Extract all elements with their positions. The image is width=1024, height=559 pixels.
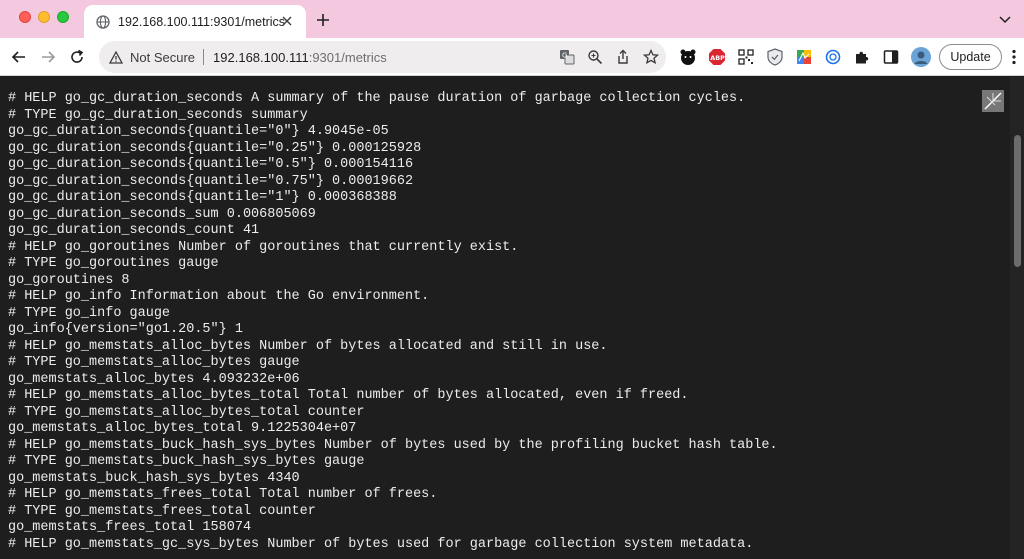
metrics-line: go_gc_duration_seconds{quantile="0.5"} 0… (8, 157, 414, 172)
metrics-line: go_gc_duration_seconds{quantile="0"} 4.9… (8, 124, 389, 139)
metrics-line: # HELP go_info Information about the Go … (8, 289, 430, 304)
back-arrow-icon[interactable] (9, 47, 29, 67)
omnibox-actions: G (558, 48, 660, 66)
metrics-line: # HELP go_memstats_frees_total Total num… (8, 487, 438, 502)
metrics-line: # TYPE go_memstats_frees_total counter (8, 503, 316, 519)
translate-icon[interactable]: G (558, 48, 576, 66)
color-grid-extension-icon[interactable] (794, 47, 814, 67)
address-bar[interactable]: Not Secure 192.168.100.111 :9301/metrics… (99, 41, 666, 73)
url-path[interactable]: :9301/metrics (309, 50, 387, 65)
metrics-line: go_goroutines 8 (8, 272, 130, 288)
metrics-line: # HELP go_goroutines Number of goroutine… (8, 239, 519, 255)
vertical-scrollbar[interactable] (1010, 77, 1024, 559)
omnibox-separator (203, 49, 205, 65)
metrics-line: # HELP go_memstats_alloc_bytes Number of… (8, 338, 608, 354)
circle-extension-icon[interactable] (823, 47, 843, 67)
svg-text:ABP: ABP (710, 54, 725, 62)
metrics-text: # HELP go_gc_duration_seconds A summary … (8, 91, 778, 553)
metrics-line: go_memstats_alloc_bytes 4.093232e+06 (8, 371, 300, 387)
metrics-line: # TYPE go_info gauge (8, 305, 171, 321)
metrics-line: # HELP go_memstats_alloc_bytes_total Tot… (8, 388, 689, 403)
reload-icon[interactable] (67, 47, 87, 67)
scrollbar-thumb[interactable] (1014, 135, 1021, 267)
url-host[interactable]: 192.168.100.111 (213, 50, 309, 65)
abp-extension-icon[interactable]: ABP (707, 47, 727, 67)
metrics-line: go_memstats_alloc_bytes_total 9.1225304e… (8, 421, 357, 436)
page-content: # HELP go_gc_duration_seconds A summary … (0, 77, 1024, 559)
tab-metrics[interactable]: 192.168.100.111:9301/metrics (84, 5, 306, 38)
metrics-line: # HELP go_gc_duration_seconds A summary … (8, 91, 746, 106)
metrics-line: # TYPE go_goroutines gauge (8, 256, 219, 271)
globe-favicon-icon (96, 14, 110, 29)
metrics-line: # TYPE go_memstats_buck_hash_sys_bytes g… (8, 454, 365, 469)
forward-arrow-icon[interactable] (38, 47, 58, 67)
metrics-line: go_info{version="go1.20.5"} 1 (8, 322, 243, 337)
bookmark-star-icon[interactable] (642, 48, 660, 66)
metrics-line: # TYPE go_memstats_alloc_bytes gauge (8, 355, 300, 370)
metrics-line: go_gc_duration_seconds{quantile="0.25"} … (8, 140, 422, 156)
tab-search-chevron-icon[interactable] (998, 13, 1012, 27)
not-secure-label[interactable]: Not Secure (130, 50, 195, 65)
metrics-line: go_gc_duration_seconds{quantile="0.75"} … (8, 173, 414, 189)
close-window-icon[interactable] (19, 11, 31, 23)
svg-text:G: G (562, 52, 567, 60)
metrics-line: # TYPE go_memstats_alloc_bytes_total cou… (8, 404, 365, 420)
metrics-line: go_memstats_frees_total 158074 (8, 520, 252, 535)
browser-toolbar: Not Secure 192.168.100.111 :9301/metrics… (0, 38, 1024, 76)
metrics-line: # TYPE go_gc_duration_seconds summary (8, 107, 308, 123)
warning-triangle-icon[interactable] (109, 50, 123, 64)
metrics-line: go_gc_duration_seconds_sum 0.006805069 (8, 206, 316, 222)
tab-strip: 192.168.100.111:9301/metrics (0, 0, 1024, 38)
avatar-icon[interactable] (911, 47, 931, 67)
metrics-line: # HELP go_memstats_gc_sys_bytes Number o… (8, 536, 754, 552)
close-tab-icon[interactable] (280, 14, 294, 28)
share-icon[interactable] (614, 48, 632, 66)
maximize-window-icon[interactable] (57, 11, 69, 23)
metrics-line: go_memstats_buck_hash_sys_bytes 4340 (8, 470, 300, 486)
puzzle-extensions-icon[interactable] (852, 47, 872, 67)
metrics-line: go_gc_duration_seconds{quantile="1"} 0.0… (8, 190, 397, 205)
update-button[interactable]: Update (939, 44, 1002, 70)
new-tab-plus-icon[interactable] (314, 11, 332, 29)
kebab-menu-icon[interactable] (1007, 48, 1021, 66)
bear-extension-icon[interactable] (678, 47, 698, 67)
tab-title: 192.168.100.111:9301/metrics (118, 14, 286, 29)
qr-extension-icon[interactable] (736, 47, 756, 67)
zoom-icon[interactable] (586, 48, 604, 66)
minimize-window-icon[interactable] (38, 11, 50, 23)
shield-extension-icon[interactable] (765, 47, 785, 67)
metrics-line: # HELP go_memstats_buck_hash_sys_bytes N… (8, 437, 778, 453)
side-panel-icon[interactable] (881, 47, 901, 67)
extension-overlay-icon[interactable] (982, 90, 1004, 112)
metrics-line: go_gc_duration_seconds_count 41 (8, 223, 260, 238)
